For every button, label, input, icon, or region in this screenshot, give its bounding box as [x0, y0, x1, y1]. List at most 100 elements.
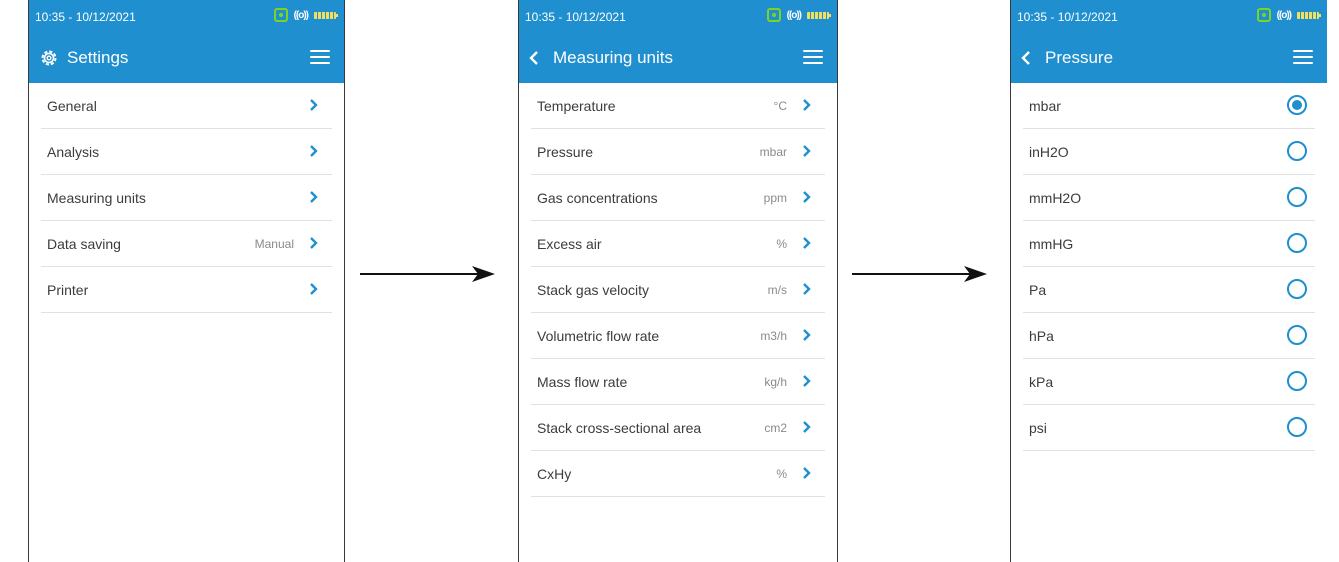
- unit-item-row[interactable]: Pressure mbar: [531, 129, 825, 175]
- option-label: kPa: [1029, 373, 1054, 390]
- status-bar: 10:35 - 10/12/2021 ((o)): [29, 0, 344, 33]
- settings-item-row[interactable]: Printer: [41, 267, 332, 313]
- pressure-option-row[interactable]: kPa: [1023, 359, 1315, 405]
- sensor-icon: [1256, 8, 1271, 22]
- status-icons: ((o)): [273, 8, 338, 22]
- row-value: mbar: [759, 144, 787, 159]
- pressure-option-row[interactable]: Pa: [1023, 267, 1315, 313]
- status-time: 10:35 - 10/12/2021: [35, 9, 136, 24]
- title-bar: Settings: [29, 33, 344, 83]
- radio-unselected-icon[interactable]: [1287, 233, 1307, 253]
- status-icons: ((o)): [1256, 8, 1321, 22]
- arrow-right-icon: [360, 266, 495, 282]
- row-label: Stack cross-sectional area: [537, 419, 702, 436]
- row-value: m/s: [767, 282, 787, 297]
- page-title: Measuring units: [553, 48, 674, 67]
- row-label: Gas concentrations: [537, 189, 658, 206]
- chevron-right-icon: [803, 237, 811, 249]
- settings-screen: 10:35 - 10/12/2021 ((o)) Settings Genera…: [28, 0, 345, 562]
- units-list: Temperature °C Pressure mbar Gas concentrati…: [519, 83, 837, 497]
- hamburger-menu-icon[interactable]: [1293, 50, 1313, 65]
- unit-item-row[interactable]: Excess air%: [531, 221, 825, 267]
- status-time: 10:35 - 10/12/2021: [1017, 9, 1118, 24]
- unit-item-row[interactable]: Stack gas velocity m/s: [531, 267, 825, 313]
- option-label: hPa: [1029, 327, 1054, 344]
- radio-unselected-icon[interactable]: [1287, 417, 1307, 437]
- radio-selected-icon[interactable]: [1287, 95, 1307, 115]
- row-value: kg/h: [764, 374, 787, 389]
- row-label: Volumetric flow rate: [537, 327, 660, 344]
- option-label: mmHG: [1029, 235, 1074, 252]
- hamburger-menu-icon[interactable]: [803, 50, 823, 65]
- row-label: Printer: [47, 281, 89, 298]
- option-label: inH2O: [1029, 143, 1069, 160]
- unit-item-row[interactable]: Gas concentrations ppm: [531, 175, 825, 221]
- pressure-option-row[interactable]: psi: [1023, 405, 1315, 451]
- row-label: Excess air: [537, 235, 602, 252]
- pressure-option-row[interactable]: mbar: [1023, 83, 1315, 129]
- settings-item-row[interactable]: Data saving Manual: [41, 221, 332, 267]
- chevron-right-icon: [310, 283, 318, 295]
- radio-unselected-icon[interactable]: [1287, 141, 1307, 161]
- status-icons: ((o)): [766, 8, 831, 22]
- row-label: General: [47, 97, 97, 114]
- chevron-right-icon: [803, 145, 811, 157]
- sensor-icon: [273, 8, 288, 22]
- row-value: Manual: [254, 236, 294, 251]
- unit-item-row[interactable]: Volumetric flow rate m3/h: [531, 313, 825, 359]
- chevron-left-icon[interactable]: [529, 50, 539, 66]
- pressure-option-row[interactable]: inH2O: [1023, 129, 1315, 175]
- unit-item-row[interactable]: Temperature °C: [531, 83, 825, 129]
- pressure-option-row[interactable]: hPa: [1023, 313, 1315, 359]
- sensor-icon: [766, 8, 781, 22]
- chevron-right-icon: [310, 99, 318, 111]
- option-label: psi: [1029, 419, 1047, 436]
- page-title: Settings: [67, 48, 129, 67]
- row-label: Temperature: [537, 97, 616, 114]
- row-label: Data saving: [47, 235, 121, 252]
- radio-unselected-icon[interactable]: [1287, 187, 1307, 207]
- radio-unselected-icon[interactable]: [1287, 279, 1307, 299]
- row-value: m3/h: [760, 328, 787, 343]
- status-bar: 10:35 - 10/12/2021 ((o)): [519, 0, 837, 33]
- battery-icon: [314, 11, 338, 19]
- status-bar: 10:35 - 10/12/2021 ((o)): [1011, 0, 1327, 33]
- settings-list: General Analysis Measuring units Data savin…: [29, 83, 344, 313]
- hamburger-menu-icon[interactable]: [310, 50, 330, 65]
- arrow-right-icon: [852, 266, 987, 282]
- wireless-icon: ((o)): [293, 9, 309, 21]
- page-title: Pressure: [1045, 48, 1114, 67]
- chevron-right-icon: [310, 237, 318, 249]
- pressure-screen: 10:35 - 10/12/2021 ((o)) Pressure mbar in…: [1010, 0, 1327, 562]
- chevron-right-icon: [803, 329, 811, 341]
- gear-icon: [41, 50, 57, 66]
- chevron-left-icon[interactable]: [1021, 50, 1031, 66]
- row-value: ppm: [763, 190, 787, 205]
- settings-item-row[interactable]: Analysis: [41, 129, 332, 175]
- radio-unselected-icon[interactable]: [1287, 325, 1307, 345]
- chevron-right-icon: [803, 375, 811, 387]
- wireless-icon: ((o)): [786, 9, 802, 21]
- title-bar: Measuring units: [519, 33, 837, 83]
- row-label: Mass flow rate: [537, 373, 628, 390]
- unit-item-row[interactable]: Stack cross-sectional area cm2: [531, 405, 825, 451]
- pressure-options-list: mbar inH2O mmH2O mmHG Pa hPa kPa psi: [1011, 83, 1327, 451]
- settings-item-row[interactable]: General: [41, 83, 332, 129]
- row-label: CxHy: [537, 465, 572, 482]
- option-label: Pa: [1029, 281, 1047, 298]
- battery-icon: [1297, 11, 1321, 19]
- row-value: %: [776, 466, 787, 481]
- pressure-option-row[interactable]: mmHG: [1023, 221, 1315, 267]
- title-bar: Pressure: [1011, 33, 1327, 83]
- pressure-option-row[interactable]: mmH2O: [1023, 175, 1315, 221]
- row-label: Pressure: [537, 143, 594, 160]
- chevron-right-icon: [310, 145, 318, 157]
- unit-item-row[interactable]: CxHy%: [531, 451, 825, 497]
- radio-unselected-icon[interactable]: [1287, 371, 1307, 391]
- wireless-icon: ((o)): [1276, 9, 1292, 21]
- option-label: mbar: [1029, 97, 1061, 114]
- chevron-right-icon: [803, 191, 811, 203]
- unit-item-row[interactable]: Mass flow rate kg/h: [531, 359, 825, 405]
- settings-item-row[interactable]: Measuring units: [41, 175, 332, 221]
- measuring-units-screen: 10:35 - 10/12/2021 ((o)) Measuring units…: [518, 0, 838, 562]
